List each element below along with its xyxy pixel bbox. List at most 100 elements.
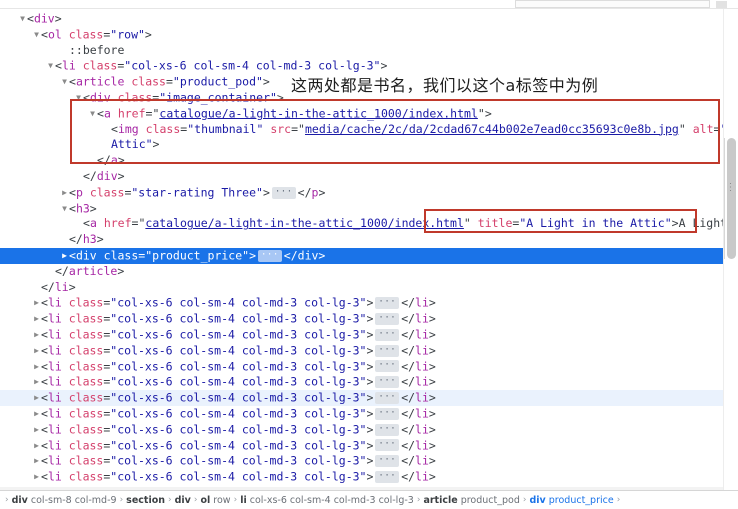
dom-punctuation — [62, 312, 69, 326]
expand-triangle-closed-icon[interactable] — [32, 406, 41, 422]
dom-tree-row[interactable]: </article> — [0, 264, 723, 280]
dom-tree-row[interactable]: <li class="col-xs-6 col-sm-4 col-md-3 co… — [0, 390, 723, 406]
breadcrumb-item[interactable]: section — [126, 495, 165, 506]
dom-punctuation — [83, 185, 90, 199]
dom-punctuation: < — [41, 437, 48, 452]
dom-punctuation — [139, 122, 146, 136]
dom-tree-row[interactable]: </div> — [0, 169, 723, 185]
dom-punctuation — [62, 406, 69, 420]
collapsed-children-ellipsis[interactable]: ··· — [375, 376, 400, 389]
dom-punctuation — [62, 422, 69, 436]
dom-tree-row[interactable]: <li class="col-xs-6 col-sm-4 col-md-3 co… — [0, 374, 723, 390]
breadcrumb-item[interactable]: li col-xs-6 col-sm-4 col-md-3 col-lg-3 — [240, 495, 414, 506]
dom-punctuation: > — [68, 279, 76, 294]
breadcrumb-tag-name: article — [423, 494, 458, 506]
dom-punctuation: < — [41, 343, 48, 358]
dom-tree-row[interactable]: ::before — [0, 43, 723, 59]
expand-triangle-closed-icon[interactable] — [32, 311, 41, 327]
dom-tree-row[interactable]: <li class="col-xs-6 col-sm-4 col-md-3 co… — [0, 453, 723, 469]
expand-triangle-closed-icon[interactable] — [32, 374, 41, 390]
dom-attribute-value: "col-xs-6 col-sm-4 col-md-3 col-lg-3" — [110, 374, 367, 389]
expand-triangle-closed-icon[interactable] — [32, 453, 41, 469]
expand-triangle-open-icon[interactable] — [88, 106, 97, 122]
dom-tree-row[interactable]: <img class="thumbnail" src="media/cache/… — [0, 122, 723, 138]
dom-tree-row[interactable]: <ol class="row"> — [0, 27, 723, 43]
expand-triangle-closed-icon[interactable] — [60, 248, 69, 264]
dom-tree-row[interactable]: <li class="col-xs-6 col-sm-4 col-md-3 co… — [0, 469, 723, 485]
expand-triangle-open-icon[interactable] — [46, 58, 55, 74]
collapsed-children-ellipsis[interactable]: ··· — [375, 313, 400, 326]
dom-tree-row[interactable]: <h3> — [0, 201, 723, 217]
collapsed-children-ellipsis[interactable]: ··· — [375, 423, 400, 436]
breadcrumb-separator-icon: › — [233, 495, 238, 505]
expand-triangle-closed-icon[interactable] — [32, 422, 41, 438]
dom-tag-name: h3 — [75, 200, 90, 215]
breadcrumb-item[interactable]: div — [175, 495, 191, 506]
expand-triangle-open-icon[interactable] — [60, 74, 69, 90]
collapsed-children-ellipsis[interactable]: ··· — [375, 344, 400, 357]
dom-tree-row[interactable]: <a href="catalogue/a-light-in-the-attic_… — [0, 106, 723, 122]
dom-tree-row[interactable]: <li class="col-xs-6 col-sm-4 col-md-3 co… — [0, 311, 723, 327]
dom-tree-row[interactable]: <div class="product_price">···</div> — [0, 247, 723, 264]
dom-tree-row[interactable]: <a href="catalogue/a-light-in-the-attic_… — [0, 216, 723, 232]
dom-tag-name: li — [47, 374, 62, 389]
expand-triangle-closed-icon[interactable] — [32, 469, 41, 485]
expand-triangle-open-icon[interactable] — [18, 11, 27, 27]
dom-attribute-name: class — [103, 248, 139, 263]
expand-triangle-open-icon[interactable] — [60, 201, 69, 217]
dom-tree-row[interactable]: <li class="col-xs-6 col-sm-4 col-md-3 co… — [0, 327, 723, 343]
dom-tree-row[interactable]: <li class="col-xs-6 col-sm-4 col-md-3 co… — [0, 295, 723, 311]
expand-triangle-closed-icon[interactable] — [32, 359, 41, 375]
expand-triangle-closed-icon[interactable] — [32, 327, 41, 343]
dom-tree-row[interactable]: <li class="col-xs-6 col-sm-4 col-md-3 co… — [0, 359, 723, 375]
expand-triangle-closed-icon[interactable] — [32, 343, 41, 359]
expand-triangle-closed-icon[interactable] — [32, 295, 41, 311]
collapsed-children-ellipsis[interactable]: ··· — [375, 360, 400, 373]
breadcrumb[interactable]: › div col-sm-8 col-md-9 › section › div › ol ro… — [0, 490, 738, 509]
dom-attribute-link[interactable]: catalogue/a-light-in-the-attic_1000/inde… — [159, 106, 478, 120]
collapsed-children-ellipsis[interactable]: ··· — [375, 455, 400, 468]
dom-tree-row[interactable]: </h3> — [0, 232, 723, 248]
collapsed-children-ellipsis[interactable]: ··· — [375, 297, 400, 310]
collapsed-children-ellipsis[interactable]: ··· — [258, 249, 282, 262]
dom-tree-row[interactable]: <li class="col-xs-6 col-sm-4 col-md-3 co… — [0, 406, 723, 422]
dom-attribute-name: class — [68, 358, 104, 373]
scrollbar-thumb[interactable] — [727, 138, 736, 259]
dom-attribute-link[interactable]: media/cache/2c/da/2cdad67c44b002e7ead0cc… — [305, 122, 679, 136]
dom-tree-row[interactable]: Attic"> — [0, 137, 723, 153]
dom-punctuation: > — [262, 185, 270, 200]
dom-punctuation: </ — [401, 469, 416, 484]
dom-tree-row[interactable]: </li> — [0, 280, 723, 296]
breadcrumb-item[interactable]: div product_price — [529, 495, 613, 506]
expand-triangle-closed-icon[interactable] — [60, 185, 69, 201]
dom-tree-row[interactable]: </a> — [0, 153, 723, 169]
dom-tree-row[interactable]: <li class="col-xs-6 col-sm-4 col-md-3 co… — [0, 343, 723, 359]
dom-punctuation — [62, 343, 69, 357]
vertical-scrollbar[interactable]: ⋮ — [723, 9, 738, 490]
more-options-icon[interactable]: ⋮ — [725, 181, 736, 194]
dom-tree-row[interactable]: <div> — [0, 11, 723, 27]
dom-attribute-name: class — [68, 295, 104, 310]
dom-attribute-link[interactable]: catalogue/a-light-in-the-attic_1000/inde… — [145, 216, 464, 230]
devtools-search-input[interactable] — [515, 0, 710, 8]
collapsed-children-ellipsis[interactable]: ··· — [375, 407, 400, 420]
expand-triangle-open-icon[interactable] — [32, 27, 41, 43]
collapsed-children-ellipsis[interactable]: ··· — [375, 471, 400, 484]
expand-triangle-open-icon[interactable] — [74, 90, 83, 106]
expand-triangle-closed-icon[interactable] — [32, 438, 41, 454]
breadcrumb-item[interactable]: div col-sm-8 col-md-9 — [12, 495, 117, 506]
collapsed-children-ellipsis[interactable]: ··· — [375, 439, 400, 452]
dom-punctuation: < — [97, 106, 104, 121]
collapsed-children-ellipsis[interactable]: ··· — [375, 392, 400, 405]
dom-tree-row[interactable]: <p class="star-rating Three">···</p> — [0, 185, 723, 201]
dom-tree-row[interactable]: <li class="col-xs-6 col-sm-4 col-md-3 co… — [0, 438, 723, 454]
collapsed-children-ellipsis[interactable]: ··· — [271, 186, 296, 199]
breadcrumb-item[interactable]: ol row — [200, 495, 230, 506]
dom-attribute-value: "image_container" — [159, 90, 277, 105]
dom-attribute-value: "A Light in the Attic" — [519, 216, 672, 231]
toolbar-button[interactable] — [716, 1, 727, 8]
collapsed-children-ellipsis[interactable]: ··· — [375, 328, 400, 341]
breadcrumb-item[interactable]: article product_pod — [423, 495, 519, 506]
expand-triangle-closed-icon[interactable] — [32, 390, 41, 406]
dom-tree-row[interactable]: <li class="col-xs-6 col-sm-4 col-md-3 co… — [0, 422, 723, 438]
